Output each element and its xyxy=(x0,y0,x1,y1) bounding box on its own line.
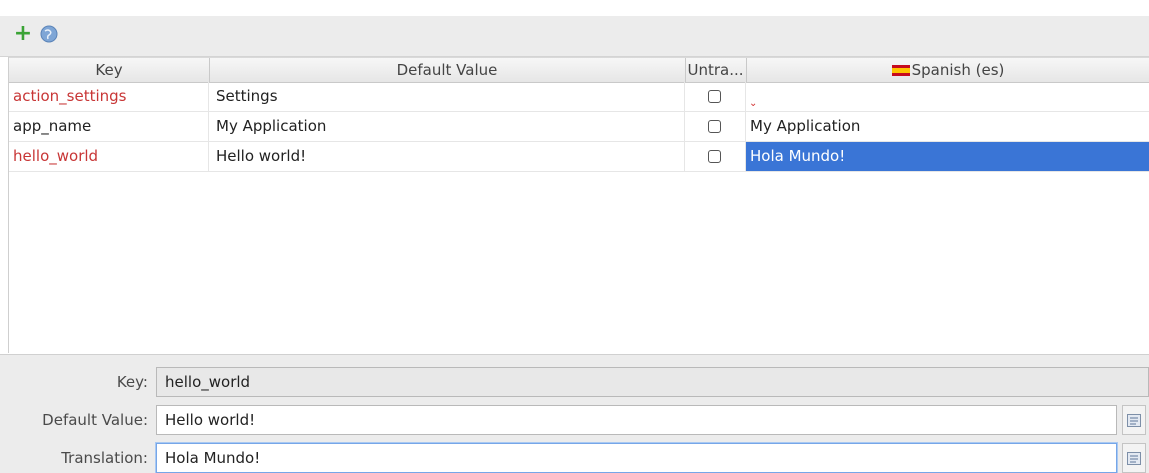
table-row[interactable]: hello_world Hello world! Hola Mundo! xyxy=(9,142,1149,172)
default-value-cell[interactable]: Hello world! xyxy=(209,142,685,171)
toolbar: + xyxy=(0,16,1149,57)
default-value-cell[interactable]: My Application xyxy=(209,112,685,141)
untranslatable-checkbox[interactable] xyxy=(708,90,721,103)
translation-editor-panel: Key: hello_world Default Value: Translat… xyxy=(0,354,1149,473)
key-cell[interactable]: app_name xyxy=(9,112,209,141)
column-header-untranslatable[interactable]: Untra... xyxy=(685,58,747,82)
translation-label: Translation: xyxy=(61,449,148,467)
column-header-default-value[interactable]: Default Value xyxy=(209,58,686,82)
untranslatable-checkbox[interactable] xyxy=(708,150,721,163)
key-label: Key: xyxy=(116,373,148,391)
untranslatable-cell xyxy=(685,112,746,141)
default-value-cell[interactable]: Settings xyxy=(209,82,685,111)
key-cell[interactable]: action_settings xyxy=(9,82,209,111)
table-header: Key Default Value Untra... Spanish (es) xyxy=(9,57,1149,83)
multiline-edit-icon xyxy=(1127,452,1141,465)
table-row[interactable]: app_name My Application My Application xyxy=(9,112,1149,142)
column-header-spanish[interactable]: Spanish (es) xyxy=(746,58,1149,82)
edit-translation-button[interactable] xyxy=(1122,443,1146,473)
translations-table: Key Default Value Untra... Spanish (es) … xyxy=(8,57,1149,353)
default-value-label: Default Value: xyxy=(42,411,148,429)
translation-cell[interactable]: ⌄ xyxy=(746,82,1149,111)
spain-flag-icon xyxy=(891,65,910,76)
translation-cell[interactable]: My Application xyxy=(746,112,1149,141)
translation-input[interactable] xyxy=(156,443,1117,473)
edit-default-value-button[interactable] xyxy=(1122,405,1146,435)
default-value-input[interactable] xyxy=(156,405,1117,435)
globe-icon[interactable] xyxy=(40,25,58,43)
plus-icon[interactable]: + xyxy=(12,22,34,46)
untranslatable-cell xyxy=(685,82,746,111)
translation-cell-selected[interactable]: Hola Mundo! xyxy=(746,142,1149,171)
multiline-edit-icon xyxy=(1127,414,1141,427)
column-header-spanish-label: Spanish (es) xyxy=(911,61,1005,79)
table-row[interactable]: action_settings Settings ⌄ xyxy=(9,82,1149,112)
key-field: hello_world xyxy=(156,367,1149,397)
key-cell[interactable]: hello_world xyxy=(9,142,209,171)
untranslatable-cell xyxy=(685,142,746,171)
column-header-key[interactable]: Key xyxy=(9,58,210,82)
untranslatable-checkbox[interactable] xyxy=(708,120,721,133)
missing-translation-icon: ⌄ xyxy=(749,98,758,109)
